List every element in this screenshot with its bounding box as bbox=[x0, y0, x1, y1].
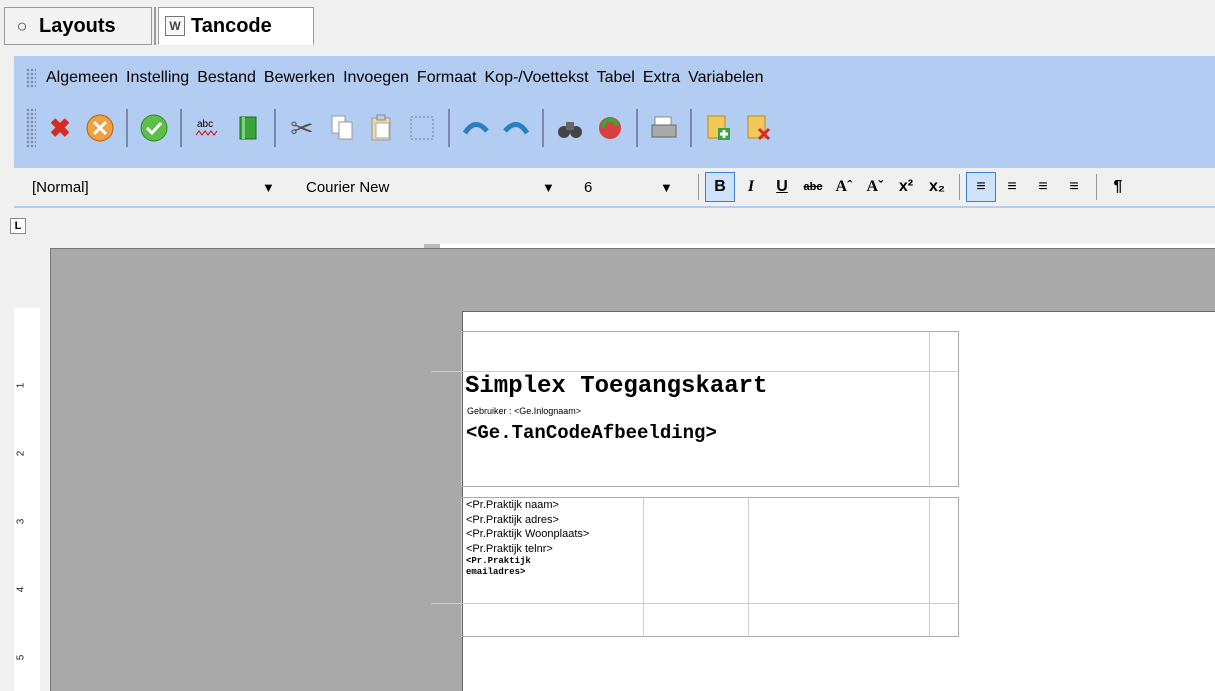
table-divider bbox=[929, 497, 930, 637]
align-right-icon[interactable]: ≡ bbox=[1028, 172, 1058, 202]
superscript-icon[interactable]: x² bbox=[891, 172, 921, 202]
align-left-icon[interactable]: ≡ bbox=[966, 172, 996, 202]
size-value: 6 bbox=[584, 178, 593, 196]
svg-text:abc: abc bbox=[197, 119, 213, 130]
menu-instelling[interactable]: Instelling bbox=[122, 69, 193, 87]
shrink-font-icon[interactable]: Aˇ bbox=[860, 172, 890, 202]
chevron-down-icon[interactable]: ▼ bbox=[262, 180, 275, 195]
format-buttons: B I U abc Aˆ Aˇ x² x₂ ≡ ≡ ≡ ≡ ¶ bbox=[692, 172, 1134, 202]
ruler-number: 3 bbox=[15, 518, 27, 525]
table-divider bbox=[748, 497, 749, 637]
tab-tancode-label: Tancode bbox=[191, 14, 272, 37]
tab-layouts[interactable]: ○ Layouts bbox=[4, 7, 152, 45]
menu-bar: Algemeen Instelling Bestand Bewerken Inv… bbox=[14, 66, 767, 90]
copy-icon[interactable] bbox=[324, 110, 360, 146]
menu-algemeen[interactable]: Algemeen bbox=[42, 69, 122, 87]
menu-invoegen[interactable]: Invoegen bbox=[339, 69, 413, 87]
tab-stop-selector[interactable]: L bbox=[10, 218, 26, 234]
chevron-down-icon[interactable]: ▼ bbox=[542, 180, 555, 195]
refresh-icon[interactable] bbox=[592, 110, 628, 146]
practice-block[interactable]: <Pr.Praktijk naam> <Pr.Praktijk adres> <… bbox=[466, 498, 589, 578]
menu-tabel[interactable]: Tabel bbox=[593, 69, 639, 87]
select-all-icon[interactable] bbox=[404, 110, 440, 146]
user-field[interactable]: Gebruiker : <Ge.Inlognaam> bbox=[467, 406, 581, 416]
toolbar-separator bbox=[959, 174, 960, 200]
toolbar-separator bbox=[126, 109, 128, 147]
tab-divider bbox=[154, 7, 156, 45]
toolbar-grip[interactable] bbox=[26, 68, 36, 88]
format-toolbar: [Normal] ▼ Courier New ▼ 6 ▼ B I U abc A… bbox=[0, 168, 1215, 206]
layout-tabs: ○ Layouts W Tancode bbox=[0, 0, 1215, 50]
paragraph-icon[interactable]: ¶ bbox=[1103, 172, 1133, 202]
print-icon[interactable] bbox=[646, 110, 682, 146]
toolbar-grip[interactable] bbox=[26, 108, 36, 148]
close-icon[interactable]: ✖ bbox=[42, 110, 78, 146]
paste-icon[interactable] bbox=[364, 110, 400, 146]
ruler-number: 1 bbox=[15, 382, 27, 389]
word-doc-icon: W bbox=[165, 16, 185, 36]
font-value: Courier New bbox=[306, 178, 390, 196]
book-icon[interactable] bbox=[230, 110, 266, 146]
ribbon: Algemeen Instelling Bestand Bewerken Inv… bbox=[0, 56, 1215, 208]
delete-document-icon[interactable] bbox=[740, 110, 776, 146]
bold-icon[interactable]: B bbox=[705, 172, 735, 202]
chevron-down-icon[interactable]: ▼ bbox=[660, 180, 673, 195]
menu-bestand[interactable]: Bestand bbox=[193, 69, 260, 87]
practice-address-field: <Pr.Praktijk adres> bbox=[466, 513, 559, 526]
practice-phone-field: <Pr.Praktijk telnr> bbox=[466, 542, 553, 555]
grow-font-icon[interactable]: Aˆ bbox=[829, 172, 859, 202]
table-divider bbox=[929, 331, 930, 487]
menu-extra[interactable]: Extra bbox=[639, 69, 684, 87]
document-title[interactable]: Simplex Toegangskaart bbox=[465, 373, 767, 400]
size-select[interactable]: 6 ▼ bbox=[584, 174, 674, 200]
redo-icon[interactable] bbox=[498, 110, 534, 146]
binoculars-icon[interactable] bbox=[552, 110, 588, 146]
font-select[interactable]: Courier New ▼ bbox=[306, 174, 556, 200]
table-divider bbox=[461, 331, 462, 487]
underline-icon[interactable]: U bbox=[767, 172, 797, 202]
table-divider bbox=[431, 371, 959, 372]
new-document-icon[interactable] bbox=[700, 110, 736, 146]
menu-variabelen[interactable]: Variabelen bbox=[684, 69, 767, 87]
cut-icon[interactable]: ✂ bbox=[284, 110, 320, 146]
table-divider bbox=[431, 603, 959, 604]
spellcheck-icon[interactable]: abc bbox=[190, 110, 226, 146]
menu-kop-voettekst[interactable]: Kop-/Voettekst bbox=[481, 69, 593, 87]
style-select[interactable]: [Normal] ▼ bbox=[32, 174, 282, 200]
check-icon[interactable] bbox=[136, 110, 172, 146]
layout-icon: ○ bbox=[16, 15, 28, 36]
table-divider bbox=[461, 497, 462, 637]
table-divider bbox=[643, 497, 644, 637]
tab-tancode[interactable]: W Tancode bbox=[158, 7, 314, 45]
practice-name-field: <Pr.Praktijk naam> bbox=[466, 499, 559, 511]
ruler-number: 2 bbox=[15, 450, 27, 457]
icon-toolbar: ✖ abc ✂ bbox=[14, 104, 778, 152]
undo-icon[interactable] bbox=[458, 110, 494, 146]
cancel-icon[interactable] bbox=[82, 110, 118, 146]
toolbar-separator bbox=[698, 174, 699, 200]
style-value: [Normal] bbox=[32, 178, 89, 196]
align-center-icon[interactable]: ≡ bbox=[997, 172, 1027, 202]
toolbar-separator bbox=[1096, 174, 1097, 200]
toolbar-separator bbox=[636, 109, 638, 147]
toolbar-separator bbox=[542, 109, 544, 147]
tab-layouts-label: Layouts bbox=[39, 14, 116, 37]
practice-email-field: emailadres> bbox=[466, 567, 526, 577]
ruler-number: 5 bbox=[15, 654, 27, 661]
strikethrough-icon[interactable]: abc bbox=[798, 172, 828, 202]
subscript-icon[interactable]: x₂ bbox=[922, 172, 952, 202]
toolbar-separator bbox=[690, 109, 692, 147]
practice-email-field: <Pr.Praktijk bbox=[466, 556, 531, 566]
toolbar-separator bbox=[274, 109, 276, 147]
toolbar-separator bbox=[448, 109, 450, 147]
practice-city-field: <Pr.Praktijk Woonplaats> bbox=[466, 528, 590, 540]
ruler-number: 4 bbox=[15, 586, 27, 593]
tancode-field[interactable]: <Ge.TanCodeAfbeelding> bbox=[466, 422, 717, 444]
toolbar-separator bbox=[180, 109, 182, 147]
menu-formaat[interactable]: Formaat bbox=[413, 69, 481, 87]
vertical-ruler[interactable]: 1 2 3 4 5 bbox=[14, 308, 40, 691]
italic-icon[interactable]: I bbox=[736, 172, 766, 202]
justify-icon[interactable]: ≡ bbox=[1059, 172, 1089, 202]
menu-bewerken[interactable]: Bewerken bbox=[260, 69, 339, 87]
